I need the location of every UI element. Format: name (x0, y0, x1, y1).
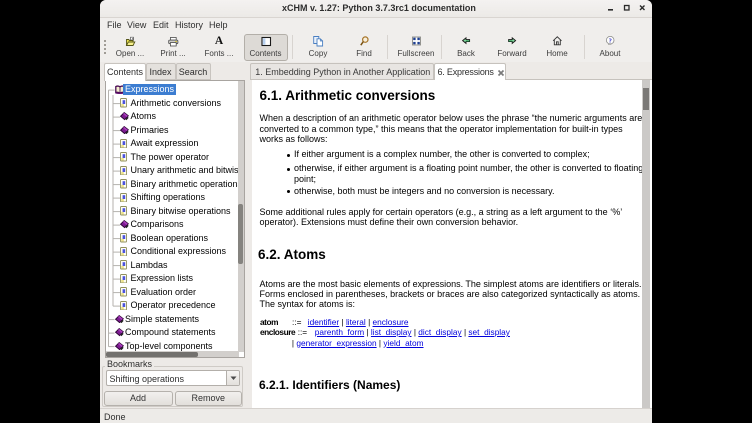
svg-text:?: ? (609, 38, 612, 45)
